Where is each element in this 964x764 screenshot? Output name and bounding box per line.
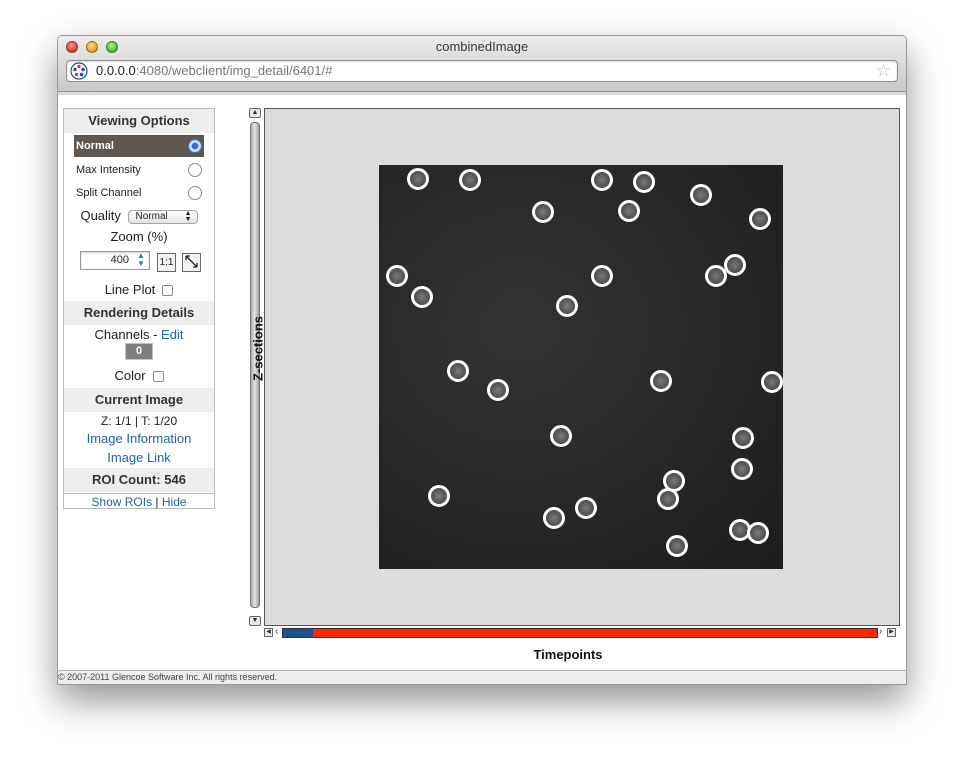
roi-marker[interactable] bbox=[747, 522, 769, 544]
roi-marker[interactable] bbox=[618, 200, 640, 222]
site-logo-icon bbox=[70, 62, 88, 80]
bookmark-star-icon[interactable]: ☆ bbox=[876, 61, 891, 81]
window-title: combinedImage bbox=[435, 39, 529, 54]
roi-marker[interactable] bbox=[666, 535, 688, 557]
roi-marker[interactable] bbox=[591, 265, 613, 287]
line-plot-row: Line Plot bbox=[64, 282, 214, 297]
select-arrows-icon: ▲ ▼ bbox=[184, 209, 192, 223]
image-link[interactable]: Image Link bbox=[64, 450, 214, 465]
address-bar[interactable]: 0.0.0.0:4080/webclient/img_detail/6401/#… bbox=[66, 60, 898, 82]
mode-normal-label: Normal bbox=[76, 140, 114, 152]
z-slider-bottom-arrow-icon[interactable]: ▼ bbox=[249, 616, 261, 626]
roi-marker[interactable] bbox=[761, 371, 783, 393]
quality-row: Quality Normal ▲ ▼ bbox=[64, 208, 214, 224]
hide-rois-link[interactable]: Hide bbox=[162, 495, 187, 509]
viewing-options-panel: Viewing Options Normal Max Intensity Spl… bbox=[63, 108, 215, 509]
z-slider-top-arrow-icon[interactable]: ▲ bbox=[249, 108, 261, 118]
url-text[interactable]: 0.0.0.0:4080/webclient/img_detail/6401/# bbox=[96, 63, 332, 78]
image-information-link[interactable]: Image Information bbox=[64, 431, 214, 446]
roi-marker[interactable] bbox=[657, 488, 679, 510]
microscopy-image[interactable] bbox=[379, 165, 783, 569]
channel-0-toggle[interactable]: 0 bbox=[125, 343, 153, 360]
roi-marker[interactable] bbox=[550, 425, 572, 447]
channels-row: Channels - Edit bbox=[64, 327, 214, 342]
roi-marker[interactable] bbox=[407, 168, 429, 190]
browser-window: combinedImage 0.0.0.0:4080/webclient/img… bbox=[57, 35, 907, 685]
t-slider-track[interactable] bbox=[282, 628, 878, 638]
show-rois-link[interactable]: Show ROIs bbox=[91, 495, 152, 509]
roi-marker[interactable] bbox=[487, 379, 509, 401]
roi-marker[interactable] bbox=[724, 254, 746, 276]
t-slider-left-arrow-icon[interactable]: ‹ bbox=[275, 626, 278, 637]
mode-max-intensity-label: Max Intensity bbox=[76, 164, 141, 176]
timepoints-label: Timepoints bbox=[533, 647, 603, 662]
roi-marker[interactable] bbox=[447, 360, 469, 382]
roi-marker[interactable] bbox=[428, 485, 450, 507]
mode-max-intensity-radio[interactable] bbox=[188, 163, 202, 177]
rendering-details-heading: Rendering Details bbox=[64, 301, 214, 325]
footer: © 2007-2011 Glencoe Software Inc. All ri… bbox=[58, 670, 906, 684]
roi-marker[interactable] bbox=[650, 370, 672, 392]
mode-split-channel-radio[interactable] bbox=[188, 186, 202, 200]
url-host: 0.0.0.0 bbox=[96, 63, 136, 78]
zoom-actual-size-button[interactable]: 1:1 bbox=[157, 253, 176, 272]
title-bar: combinedImage 0.0.0.0:4080/webclient/img… bbox=[58, 36, 906, 92]
t-slider-handle[interactable] bbox=[283, 629, 313, 637]
resize-arrows-icon bbox=[185, 255, 198, 268]
quality-select[interactable]: Normal ▲ ▼ bbox=[127, 209, 198, 224]
url-path: :4080/webclient/img_detail/6401/# bbox=[135, 63, 333, 78]
roi-marker[interactable] bbox=[459, 169, 481, 191]
roi-marker[interactable] bbox=[532, 201, 554, 223]
mode-split-channel-option[interactable]: Split Channel bbox=[74, 182, 204, 204]
roi-marker[interactable] bbox=[732, 427, 754, 449]
color-row: Color bbox=[64, 368, 214, 383]
color-checkbox[interactable] bbox=[152, 371, 164, 383]
roi-marker[interactable] bbox=[633, 171, 655, 193]
t-slider-right-arrow-icon[interactable]: › bbox=[879, 626, 882, 637]
viewing-options-heading: Viewing Options bbox=[64, 109, 214, 133]
color-label: Color bbox=[114, 368, 146, 383]
mode-max-intensity-option[interactable]: Max Intensity bbox=[74, 159, 204, 181]
roi-marker[interactable] bbox=[575, 497, 597, 519]
roi-marker[interactable] bbox=[749, 208, 771, 230]
roi-marker[interactable] bbox=[591, 169, 613, 191]
t-slider-right-end-icon[interactable]: ▶ bbox=[887, 628, 896, 637]
roi-marker[interactable] bbox=[731, 458, 753, 480]
roi-marker[interactable] bbox=[705, 265, 727, 287]
roi-marker[interactable] bbox=[386, 265, 408, 287]
mode-normal-radio[interactable] bbox=[188, 139, 202, 153]
t-slider-left-end-icon[interactable]: ◀ bbox=[264, 628, 273, 637]
quality-label: Quality bbox=[80, 208, 121, 223]
zoom-stepper[interactable]: ▲ ▼ bbox=[134, 252, 148, 269]
mode-normal-option[interactable]: Normal bbox=[74, 135, 204, 157]
roi-marker[interactable] bbox=[556, 295, 578, 317]
roi-marker[interactable] bbox=[411, 286, 433, 308]
channels-label: Channels - bbox=[94, 327, 162, 342]
line-plot-label: Line Plot bbox=[104, 282, 156, 297]
current-image-heading: Current Image bbox=[64, 388, 214, 412]
roi-count: ROI Count: 546 bbox=[64, 468, 214, 492]
zoom-to-fit-button[interactable] bbox=[182, 253, 201, 272]
roi-links-row: Show ROIs | Hide bbox=[64, 493, 214, 510]
zoom-label: Zoom (%) bbox=[110, 229, 168, 244]
roi-links-separator: | bbox=[152, 495, 162, 509]
toolbar-separator bbox=[58, 92, 906, 95]
mode-split-channel-label: Split Channel bbox=[76, 187, 142, 199]
quality-value: Normal bbox=[135, 210, 168, 222]
z-t-position: Z: 1/1 | T: 1/20 bbox=[100, 414, 178, 428]
roi-marker[interactable] bbox=[543, 507, 565, 529]
channels-edit-link[interactable]: Edit bbox=[161, 327, 183, 342]
timepoint-slider[interactable]: ◀ ‹ › ▶ bbox=[264, 626, 900, 638]
line-plot-checkbox[interactable] bbox=[162, 285, 174, 297]
roi-marker[interactable] bbox=[690, 184, 712, 206]
